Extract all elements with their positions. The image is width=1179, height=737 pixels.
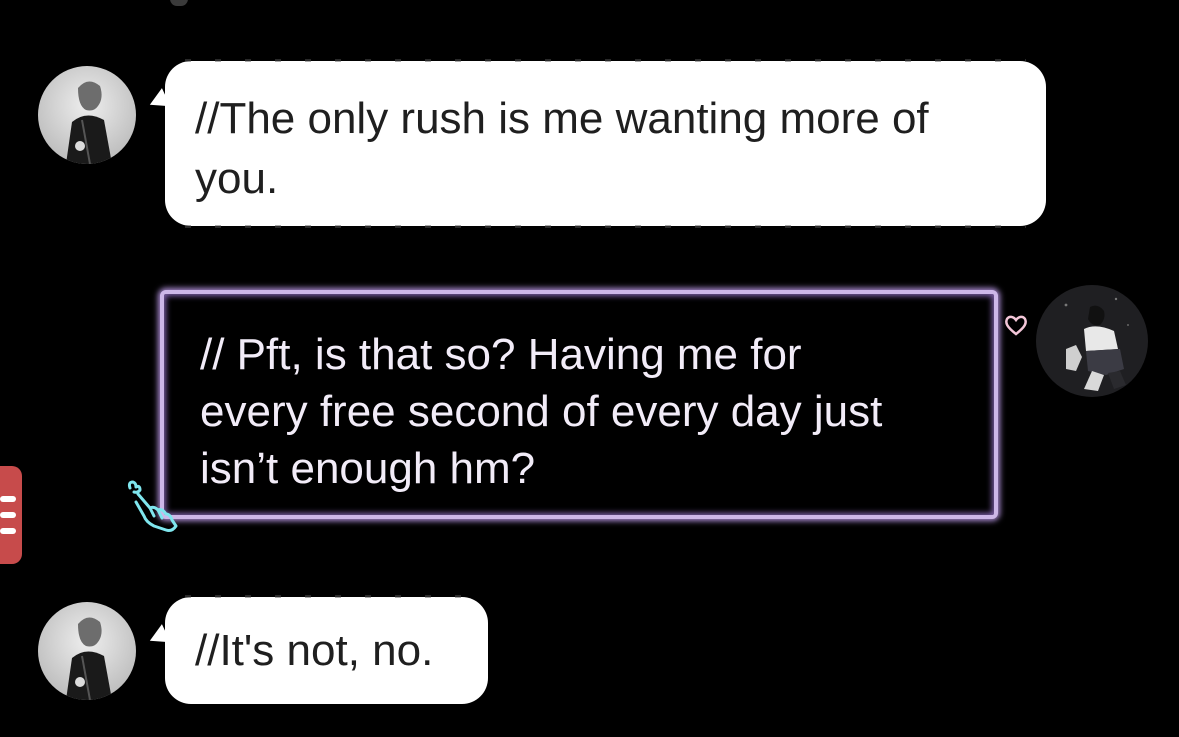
avatar-image-bw-person: [38, 66, 136, 164]
message-text-line: you.: [195, 154, 279, 203]
menu-line: [0, 496, 16, 502]
bubble-tail: [145, 88, 171, 114]
bubble-deco-top: [185, 595, 468, 598]
menu-line: [0, 512, 16, 518]
message-bubble-received-1[interactable]: //The only rush is me wanting more of yo…: [145, 59, 1046, 228]
message-bubble-sent-neon[interactable]: // Pft, is that so? Having me for every …: [160, 290, 998, 519]
avatar-image-bw-person: [38, 602, 136, 700]
message-text: //It's not, no.: [195, 626, 434, 675]
message-text-line: // Pft, is that so? Having me for: [200, 330, 802, 379]
bubble-tail: [145, 624, 171, 650]
message-bubble-received-2[interactable]: //It's not, no.: [145, 595, 488, 704]
previous-message-stub: [170, 0, 188, 6]
finger-heart-hand-icon: [127, 480, 178, 532]
message-text-line: every free second of every day just: [200, 387, 883, 436]
message-text-line: //The only rush is me wanting more of: [195, 94, 929, 143]
message-text: // Pft, is that so? Having me for every …: [200, 326, 964, 497]
chat-screen: //The only rush is me wanting more of yo…: [0, 0, 1179, 737]
left-user-avatar[interactable]: [38, 66, 136, 164]
bubble-deco-bottom: [185, 225, 1026, 228]
heart-icon: [1005, 315, 1027, 336]
left-user-avatar[interactable]: [38, 602, 136, 700]
right-user-avatar[interactable]: [1036, 285, 1148, 397]
menu-line: [0, 528, 16, 534]
avatar-image-sitting-person: [1036, 285, 1148, 397]
hamburger-menu-icon[interactable]: [0, 466, 22, 564]
bubble-deco-top: [185, 59, 1026, 62]
message-text-line: isn’t enough hm?: [200, 444, 536, 493]
